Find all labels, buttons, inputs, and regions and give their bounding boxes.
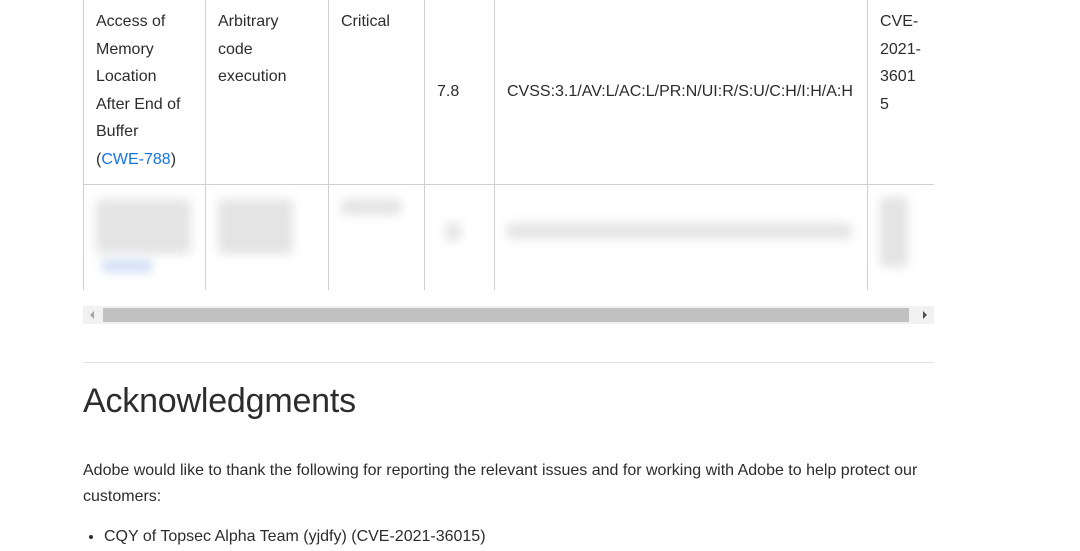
impact-cell: Arbitrary code execution [205,0,329,185]
cve-cell: CVE-2021-36015 [867,0,934,185]
vulnerability-table: Access of Memory Location After End of B… [83,0,934,290]
redacted-block [445,223,461,241]
redacted-cell [83,184,206,290]
redacted-cell [494,184,868,290]
redacted-cell [328,184,425,290]
category-line: Location [96,68,157,85]
redacted-block [96,199,191,254]
horizontal-scrollbar[interactable] [83,306,934,324]
category-line: Access of [96,13,166,30]
redacted-block [218,199,293,254]
left-arrow-icon[interactable] [90,311,94,319]
acknowledgments-list: CQY of Topsec Alpha Team (yjdfy) (CVE-20… [83,524,486,550]
redacted-link-block [102,260,152,272]
vulnerability-table-container: Access of Memory Location After End of B… [83,0,934,290]
redacted-block [507,223,852,239]
list-item: CQY of Topsec Alpha Team (yjdfy) (CVE-20… [104,524,486,550]
cwe-788-link[interactable]: CWE-788 [101,151,170,168]
redacted-cell [205,184,329,290]
category-line: Memory [96,40,154,58]
category-line: After End of [96,95,181,113]
category-line: Buffer [96,123,139,140]
cwe-close-paren: ) [170,150,177,168]
section-divider [83,362,934,363]
acknowledgments-heading: Acknowledgments [83,382,356,420]
redacted-block [341,199,401,215]
table-row: Access of Memory Location After End of B… [83,0,934,185]
table-row-redacted [83,184,934,290]
redacted-block [880,197,908,267]
scrollbar-thumb[interactable] [103,308,909,322]
severity-cell: Critical [328,0,425,185]
redacted-cell [867,184,934,290]
vulnerability-category-cell: Access of Memory Location After End of B… [83,0,206,185]
cvss-vector-cell: CVSS:3.1/AV:L/AC:L/PR:N/UI:R/S:U/C:H/I:H… [494,0,868,185]
redacted-cell [424,184,495,290]
acknowledgments-intro: Adobe would like to thank the following … [83,462,918,505]
right-arrow-icon[interactable] [923,311,927,319]
cvss-score-cell: 7.8 [424,0,495,185]
